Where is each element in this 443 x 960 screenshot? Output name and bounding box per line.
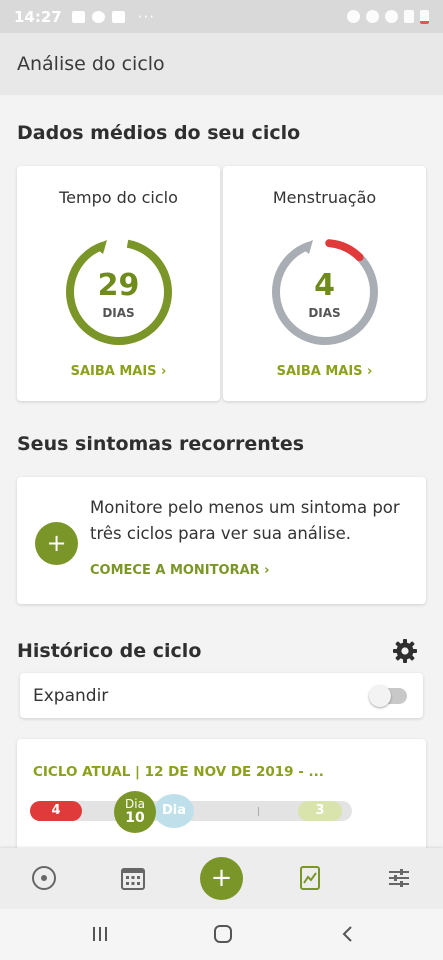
averages-section-title: Dados médios do seu ciclo bbox=[17, 122, 301, 144]
wifi-icon bbox=[385, 10, 398, 23]
symptoms-card: + Monitore pelo menos um sintoma por trê… bbox=[17, 477, 426, 604]
start-monitoring-link[interactable]: COMECE A MONITORAR › bbox=[90, 563, 270, 578]
app-bar: Análise do ciclo bbox=[0, 33, 443, 95]
cycle-length-value: 29 bbox=[97, 268, 140, 303]
fertile-segment: 3 bbox=[298, 801, 342, 821]
expand-row: Expandir bbox=[20, 673, 423, 718]
symptoms-section-title: Seus sintomas recorrentes bbox=[17, 433, 305, 455]
current-cycle-card[interactable]: CICLO ATUAL | 12 DE NOV DE 2019 - ... 4 … bbox=[17, 739, 426, 854]
page-title: Análise do ciclo bbox=[17, 53, 165, 75]
current-day-number: 10 bbox=[125, 810, 145, 826]
cycle-learn-more-link[interactable]: SAIBA MAIS › bbox=[17, 364, 220, 379]
analysis-icon[interactable] bbox=[296, 864, 324, 892]
app-icon bbox=[91, 10, 105, 23]
period-length-card[interactable]: Menstruação 4 DIAS SAIBA MAIS › bbox=[223, 166, 426, 401]
period-learn-more-link[interactable]: SAIBA MAIS › bbox=[223, 364, 426, 379]
current-day-badge: Dia 10 bbox=[114, 791, 156, 833]
cycle-icon[interactable] bbox=[30, 864, 58, 892]
status-bar: 14:27 ··· bbox=[0, 0, 443, 33]
ovulation-marker: Dia 16 bbox=[154, 794, 194, 852]
alarm-icon bbox=[347, 10, 360, 23]
period-segment: 4 bbox=[30, 801, 82, 821]
system-icons bbox=[347, 9, 429, 24]
add-button[interactable]: + bbox=[200, 857, 243, 900]
status-time: 14:27 bbox=[14, 7, 62, 26]
period-length-label: Menstruação bbox=[272, 188, 377, 207]
expand-label: Expandir bbox=[33, 686, 109, 706]
gallery-icon bbox=[71, 10, 85, 23]
facebook-icon bbox=[111, 10, 125, 23]
symptoms-message: Monitore pelo menos um sintoma por três … bbox=[90, 498, 400, 543]
history-section-title: Histórico de ciclo bbox=[17, 640, 202, 662]
add-symptom-button[interactable]: + bbox=[35, 522, 78, 565]
settings-sliders-icon[interactable] bbox=[385, 864, 413, 892]
home-icon[interactable] bbox=[213, 924, 233, 944]
cycle-length-unit: DIAS bbox=[102, 306, 135, 320]
current-day-label: Dia bbox=[125, 797, 145, 811]
mute-icon bbox=[366, 10, 379, 23]
cycle-length-label: Tempo do ciclo bbox=[59, 188, 178, 207]
recent-apps-icon[interactable] bbox=[90, 924, 110, 944]
timeline-tick bbox=[258, 807, 259, 816]
more-notifications-icon: ··· bbox=[137, 7, 156, 26]
battery-icon bbox=[420, 9, 429, 24]
bottom-nav: + bbox=[0, 848, 443, 909]
signal-icon bbox=[404, 10, 414, 23]
period-length-value: 4 bbox=[314, 268, 335, 303]
expand-toggle[interactable] bbox=[369, 685, 407, 707]
current-cycle-title: CICLO ATUAL | 12 DE NOV DE 2019 - ... bbox=[33, 764, 324, 780]
period-length-unit: DIAS bbox=[308, 306, 341, 320]
notification-icons: ··· bbox=[71, 7, 156, 26]
cycle-length-card[interactable]: Tempo do ciclo 29 DIAS SAIBA MAIS › bbox=[17, 166, 220, 401]
system-nav bbox=[0, 909, 443, 960]
calendar-icon[interactable] bbox=[119, 864, 147, 892]
back-icon[interactable] bbox=[338, 924, 358, 944]
gear-icon[interactable] bbox=[392, 638, 418, 664]
